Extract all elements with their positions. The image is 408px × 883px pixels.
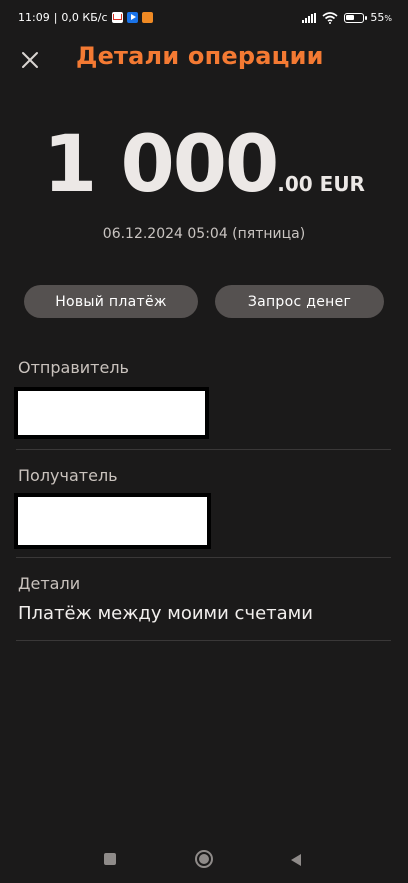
battery-unit: % — [384, 14, 392, 23]
request-money-button[interactable]: Запрос денег — [215, 285, 384, 318]
gmail-icon — [111, 12, 123, 23]
signal-icon — [302, 12, 317, 23]
battery-percent: 55% — [370, 11, 392, 24]
close-button[interactable] — [16, 46, 44, 74]
amount: 1 000.00 EUR — [0, 120, 408, 210]
status-bar: 11:09 | 0,0 КБ/с 55% — [0, 0, 408, 36]
recipient-label: Получатель — [18, 466, 118, 485]
battery-level — [346, 14, 355, 20]
operation-datetime: 06.12.2024 05:04 (пятница) — [102, 226, 306, 242]
recents-button[interactable] — [104, 853, 116, 865]
play-icon — [126, 12, 138, 23]
sender-label: Отправитель — [18, 358, 129, 377]
battery-icon — [344, 12, 368, 23]
home-icon — [195, 850, 213, 868]
status-time: 11:09 — [18, 11, 50, 24]
navigation-bar — [0, 838, 408, 878]
close-icon — [22, 52, 38, 68]
amount-integer: 1 000 — [43, 120, 279, 210]
status-bar-right: 55% — [302, 11, 392, 24]
back-button[interactable] — [289, 852, 303, 866]
divider — [16, 557, 391, 558]
status-bar-left: 11:09 | 0,0 КБ/с — [18, 11, 153, 24]
details-value: Платёж между моими счетами — [18, 603, 313, 624]
status-network-speed: 0,0 КБ/с — [61, 11, 108, 24]
wifi-icon — [322, 11, 338, 24]
details-label: Детали — [18, 574, 81, 593]
page-title: Детали операции — [76, 42, 324, 70]
divider — [16, 640, 391, 641]
status-separator: | — [53, 11, 58, 24]
recipient-redacted — [14, 493, 211, 549]
back-icon — [291, 854, 301, 866]
new-payment-button[interactable]: Новый платёж — [24, 285, 198, 318]
sender-redacted — [14, 387, 209, 439]
amount-decimal-currency: .00 EUR — [277, 172, 365, 196]
divider — [16, 449, 391, 450]
home-button[interactable] — [194, 849, 214, 869]
app-icon — [141, 12, 153, 23]
